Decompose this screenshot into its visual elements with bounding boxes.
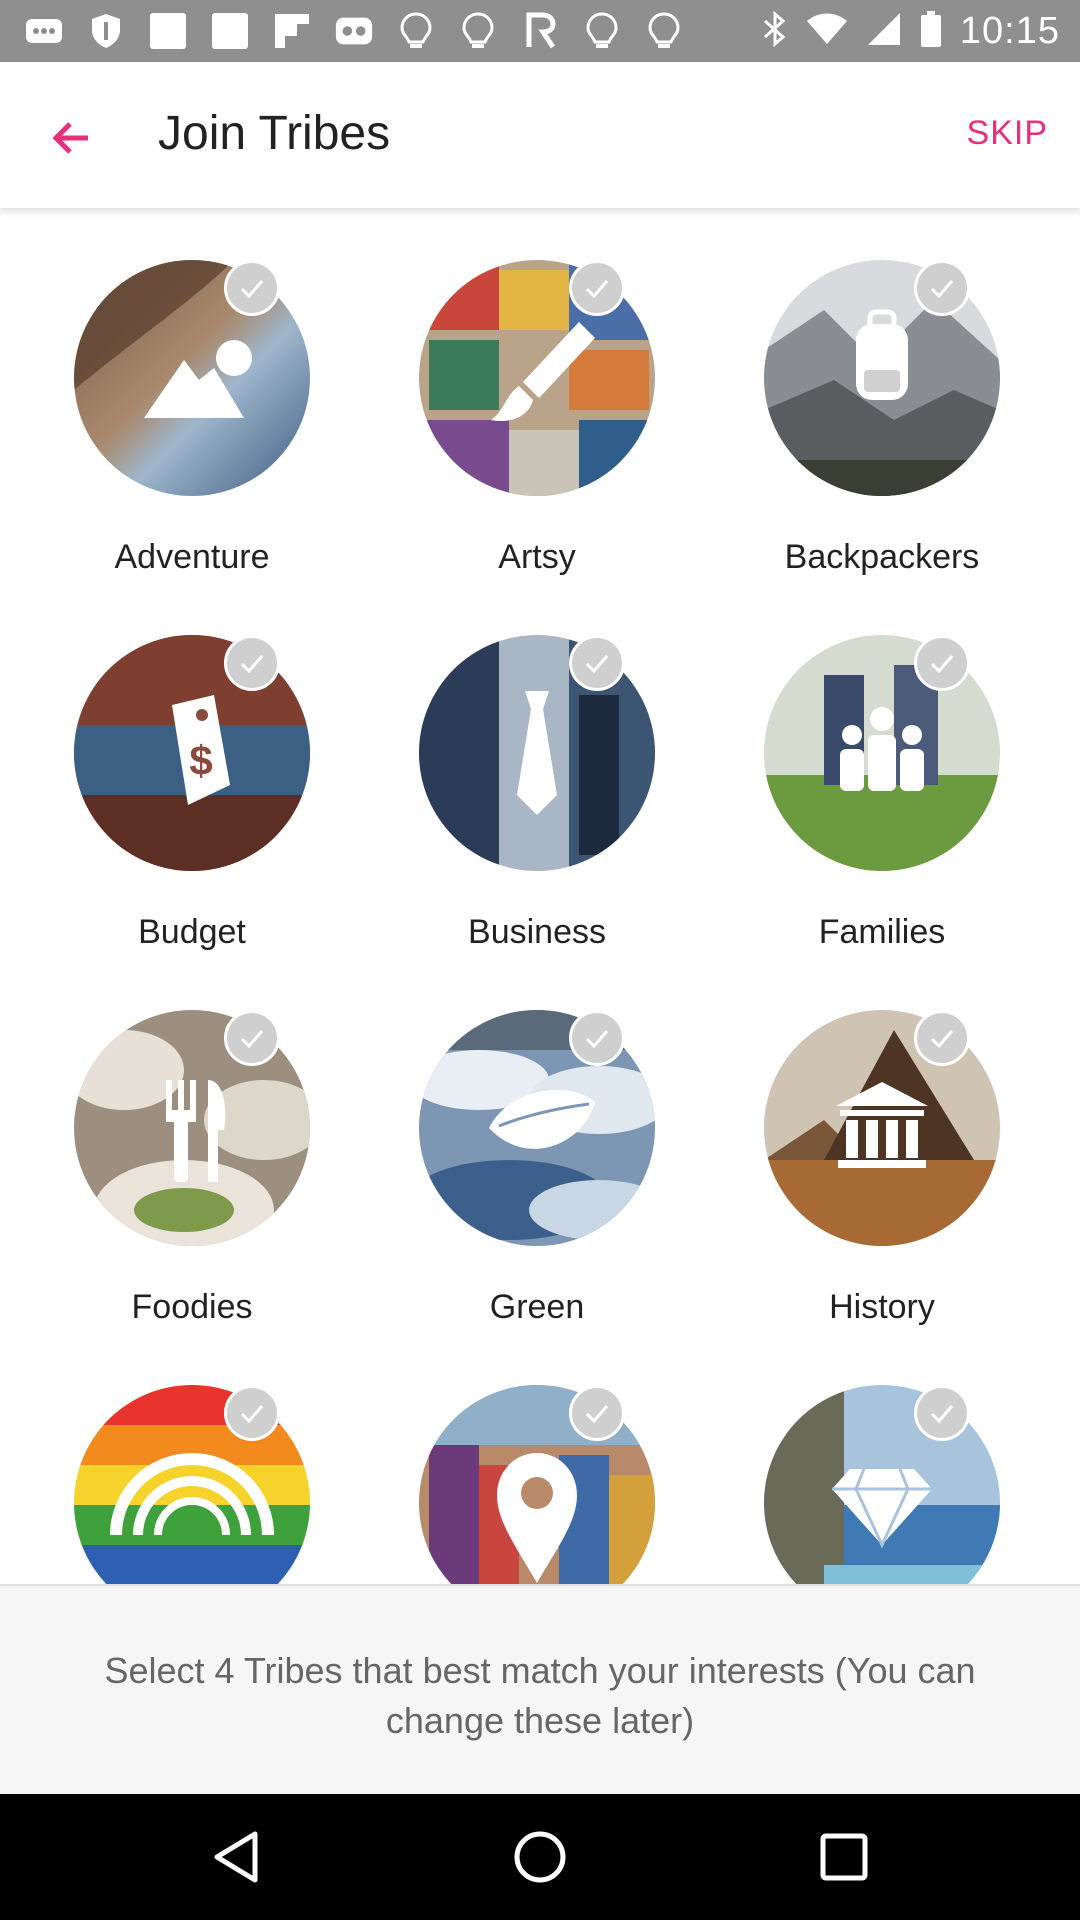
select-check[interactable] [569,1010,625,1066]
game-icon [334,11,374,51]
clock: 10:15 [959,9,1060,52]
nav-home-button[interactable] [510,1827,570,1887]
select-check[interactable] [224,260,280,316]
shield-icon [86,11,126,51]
checkmark-icon [930,1405,954,1424]
recents-square-icon [820,1833,868,1881]
nav-recents-button[interactable] [814,1827,874,1887]
tribe-tile-budget[interactable]: $ Budget [24,583,368,958]
svg-text:$: $ [189,737,212,784]
tribe-tile-families[interactable]: Families [714,583,1058,958]
tribe-label: Green [489,1288,585,1326]
bluetooth-icon [762,10,788,53]
lightbulb-icon [396,11,436,51]
select-check[interactable] [224,635,280,691]
tribe-tile-artsy[interactable]: Artsy [369,208,713,583]
tribe-tile-local[interactable] [369,1333,713,1584]
tribe-label: Business [468,913,606,951]
tribe-tile-green[interactable]: Green [369,958,713,1333]
checkmark-icon [585,1405,609,1424]
checkmark-icon [930,1030,954,1049]
back-triangle-icon [214,1831,258,1883]
tribe-tile-adventure[interactable]: Adventure [24,208,368,583]
select-check[interactable] [914,1010,970,1066]
page-title: Join Tribes [158,107,391,160]
more-dots-icon [24,11,64,51]
arrow-back-icon [52,122,88,154]
select-check[interactable] [569,1385,625,1441]
flipboard-icon [272,11,312,51]
select-check[interactable] [224,1010,280,1066]
checkmark-icon [930,655,954,674]
wifi-icon [806,12,848,51]
status-bar: 10:15 [0,0,1080,62]
tribes-grid: Adventure Artsy Backpackers $ Budget Bus… [0,208,1080,1584]
tribe-label: Artsy [498,538,576,576]
tribe-tile-backpackers[interactable]: Backpackers [714,208,1058,583]
square-icon [148,11,188,51]
tribe-tile-luxury[interactable] [714,1333,1058,1584]
notification-icons [24,10,684,52]
tribe-label: Adventure [114,538,270,576]
square-icon [210,11,250,51]
battery-icon [920,10,942,53]
tribe-label: Families [818,913,946,951]
select-check[interactable] [569,260,625,316]
select-check[interactable] [569,635,625,691]
system-status: 10:15 [762,8,1060,54]
tribe-label: Backpackers [784,538,980,576]
select-check[interactable] [224,1385,280,1441]
tribe-label: Foodies [131,1288,253,1326]
nav-back-button[interactable] [206,1827,266,1887]
tribe-tile-business[interactable]: Business [369,583,713,958]
checkmark-icon [240,655,264,674]
checkmark-icon [240,1405,264,1424]
checkmark-icon [240,280,264,299]
select-check[interactable] [914,260,970,316]
tribe-tile-pride[interactable] [24,1333,368,1584]
select-check[interactable] [914,1385,970,1441]
r-icon [520,11,560,51]
tribe-label: History [829,1288,935,1326]
tribe-label: Budget [138,913,246,951]
checkmark-icon [240,1030,264,1049]
lightbulb-icon [644,11,684,51]
select-check[interactable] [914,635,970,691]
lightbulb-icon [582,11,622,51]
hint-panel: Select 4 Tribes that best match your int… [0,1584,1080,1794]
checkmark-icon [930,280,954,299]
checkmark-icon [585,1030,609,1049]
signal-icon [866,11,902,52]
tribe-tile-foodies[interactable]: Foodies [24,958,368,1333]
selection-hint: Select 4 Tribes that best match your int… [104,1650,976,1741]
checkmark-icon [585,280,609,299]
home-circle-icon [514,1831,566,1883]
skip-button[interactable]: SKIP [967,114,1048,153]
checkmark-icon [585,655,609,674]
back-button[interactable] [40,106,104,170]
app-bar: Join Tribes SKIP [0,62,1080,208]
tribe-tile-history[interactable]: History [714,958,1058,1333]
lightbulb-icon [458,11,498,51]
navigation-bar [0,1794,1080,1920]
